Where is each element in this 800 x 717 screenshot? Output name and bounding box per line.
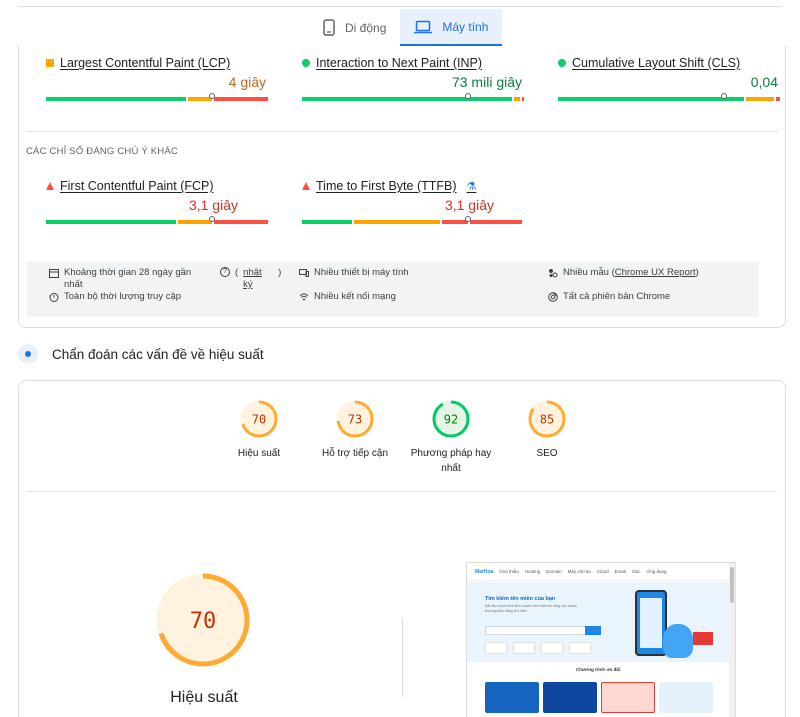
laptop-icon xyxy=(414,20,433,33)
score-gauge-performance[interactable]: 70 Hiệu suất xyxy=(214,399,304,461)
history-link[interactable]: nhật ký xyxy=(243,267,265,291)
stopwatch-icon xyxy=(49,293,59,302)
svg-text:73: 73 xyxy=(348,413,362,427)
metric-inp-value: 73 mili giây xyxy=(451,74,522,90)
info-history: ? (nhật ký) xyxy=(220,267,281,291)
thumb-flag-graphic xyxy=(693,632,713,645)
thumb-section-title: Chương trình ưu đãi xyxy=(575,667,621,672)
calendar-icon xyxy=(49,269,59,278)
tab-mobile[interactable]: Di động xyxy=(309,9,400,46)
metric-fcp-title[interactable]: First Contentful Paint (FCP) xyxy=(46,179,268,193)
experimental-flask-icon[interactable]: ⚗ xyxy=(467,180,477,193)
info-samples: Nhiều mẫu (Chrome UX Report) xyxy=(548,267,699,279)
metric-cls-distribution-bar xyxy=(558,97,780,101)
thumb-banner xyxy=(601,682,655,713)
tab-mobile-label: Di động xyxy=(345,20,387,35)
help-circle-icon[interactable]: ? xyxy=(220,267,230,277)
section-divider xyxy=(26,131,778,132)
data-info-box: Khoảng thời gian 28 ngày gần nhất ? (nhậ… xyxy=(27,261,759,317)
poor-triangle-icon xyxy=(302,182,310,190)
thumb-hero: Tìm kiếm tên miền của bạn Bắt đầu hành t… xyxy=(467,582,729,662)
diagnosis-icon xyxy=(18,344,38,364)
score-label: Hiệu suất xyxy=(237,448,281,459)
other-metrics-label: CÁC CHỈ SỐ ĐÁNG CHÚ Ý KHÁC xyxy=(26,146,178,157)
tab-desktop-label: Máy tính xyxy=(442,19,489,34)
metric-lcp-marker xyxy=(209,93,215,99)
tab-desktop[interactable]: Máy tính xyxy=(400,9,503,46)
metric-lcp: Largest Contentful Paint (LCP) 4 giây xyxy=(46,56,268,101)
score-ring: 85 xyxy=(528,400,566,438)
metric-cls-value: 0,04 xyxy=(750,74,778,90)
device-tabs: Di động Máy tính xyxy=(309,9,503,46)
info-devices: Nhiều thiết bị máy tính xyxy=(299,267,409,279)
thumb-banner xyxy=(659,682,713,713)
svg-text:70: 70 xyxy=(252,413,266,427)
metric-inp-distribution-bar xyxy=(302,97,524,101)
score-label: Hỗ trợ tiếp cận xyxy=(321,448,389,459)
score-gauge-seo[interactable]: 85 SEO xyxy=(502,399,592,461)
score-gauge-best-practices[interactable]: 92 Phương pháp hay nhất xyxy=(406,399,496,476)
info-chrome: Tất cả phiên bản Chrome xyxy=(548,291,670,303)
metric-lcp-value: 4 giây xyxy=(228,74,266,90)
metric-lcp-title[interactable]: Largest Contentful Paint (LCP) xyxy=(46,56,268,70)
vertical-divider xyxy=(402,618,403,697)
good-dot-icon xyxy=(302,59,310,67)
thumb-nav: MarHoa Giới thiệu Hosting Domain Máy chủ… xyxy=(467,563,735,581)
thumb-scrollbar xyxy=(729,563,735,717)
thumb-search-button xyxy=(585,626,601,635)
score-label: SEO xyxy=(536,448,558,459)
score-gauge-accessibility[interactable]: 73 Hỗ trợ tiếp cận xyxy=(310,399,400,461)
metric-fcp-marker xyxy=(209,216,215,222)
phone-icon xyxy=(323,19,335,36)
metric-ttfb-title[interactable]: Time to First Byte (TTFB) ⚗ xyxy=(302,179,524,193)
good-dot-icon xyxy=(558,59,566,67)
thumb-banner xyxy=(485,682,539,713)
metric-ttfb: Time to First Byte (TTFB) ⚗ 3,1 giây xyxy=(302,179,524,224)
wifi-icon xyxy=(299,293,309,301)
main-score-label: Hiệu suất xyxy=(170,689,238,706)
diagnosis-title: Chẩn đoán các vấn đề về hiệu suất xyxy=(52,346,264,362)
svg-text:92: 92 xyxy=(444,413,458,427)
metric-lcp-distribution-bar xyxy=(46,97,268,101)
info-period: Khoảng thời gian 28 ngày gần nhất xyxy=(49,267,209,291)
score-ring: 70 xyxy=(240,400,278,438)
svg-text:85: 85 xyxy=(540,413,554,427)
field-data-card: Largest Contentful Paint (LCP) 4 giây In… xyxy=(18,46,786,328)
metric-cls: Cumulative Layout Shift (CLS) 0,04 xyxy=(558,56,780,101)
scores-divider xyxy=(27,491,777,492)
score-ring: 92 xyxy=(432,400,470,438)
info-duration: Toàn bộ thời lượng truy cập xyxy=(49,291,181,303)
metric-fcp-value: 3,1 giây xyxy=(188,197,238,213)
info-network: Nhiều kết nối mạng xyxy=(299,291,396,303)
metric-ttfb-value: 3,1 giây xyxy=(444,197,494,213)
metric-inp-marker xyxy=(465,93,471,99)
thumb-banner xyxy=(543,682,597,713)
thumb-search-box xyxy=(485,626,601,635)
page-screenshot-thumbnail: MarHoa Giới thiệu Hosting Domain Máy chủ… xyxy=(466,562,736,717)
score-label: Phương pháp hay nhất xyxy=(410,448,492,474)
metric-inp: Interaction to Next Paint (INP) 73 mili … xyxy=(302,56,524,101)
metric-fcp-distribution-bar xyxy=(46,220,268,224)
metric-cls-marker xyxy=(721,93,727,99)
chrome-ux-report-link[interactable]: Chrome UX Report xyxy=(615,267,696,278)
main-score-ring: 70 xyxy=(156,573,250,667)
metric-fcp: First Contentful Paint (FCP) 3,1 giây xyxy=(46,179,268,224)
metric-cls-title[interactable]: Cumulative Layout Shift (CLS) xyxy=(558,56,780,70)
metric-ttfb-distribution-bar xyxy=(302,220,524,224)
poor-triangle-icon xyxy=(46,182,54,190)
metric-inp-title[interactable]: Interaction to Next Paint (INP) xyxy=(302,56,524,70)
score-ring: 73 xyxy=(336,400,374,438)
thumb-mascot-graphic xyxy=(663,624,693,658)
diagnosis-header: Chẩn đoán các vấn đề về hiệu suất xyxy=(18,344,264,364)
metric-ttfb-marker xyxy=(465,216,471,222)
lab-scores-card: 70 Hiệu suất 73 Hỗ trợ tiếp cận 92 Phươn… xyxy=(18,380,786,717)
devices-icon xyxy=(299,269,309,277)
needs-improvement-square-icon xyxy=(46,59,54,67)
thumb-logo: MarHoa xyxy=(475,568,494,575)
chrome-icon xyxy=(548,292,558,302)
svg-text:70: 70 xyxy=(190,609,217,634)
main-score-gauge: 70 xyxy=(155,572,251,673)
samples-icon xyxy=(549,269,558,278)
top-divider xyxy=(18,6,782,7)
